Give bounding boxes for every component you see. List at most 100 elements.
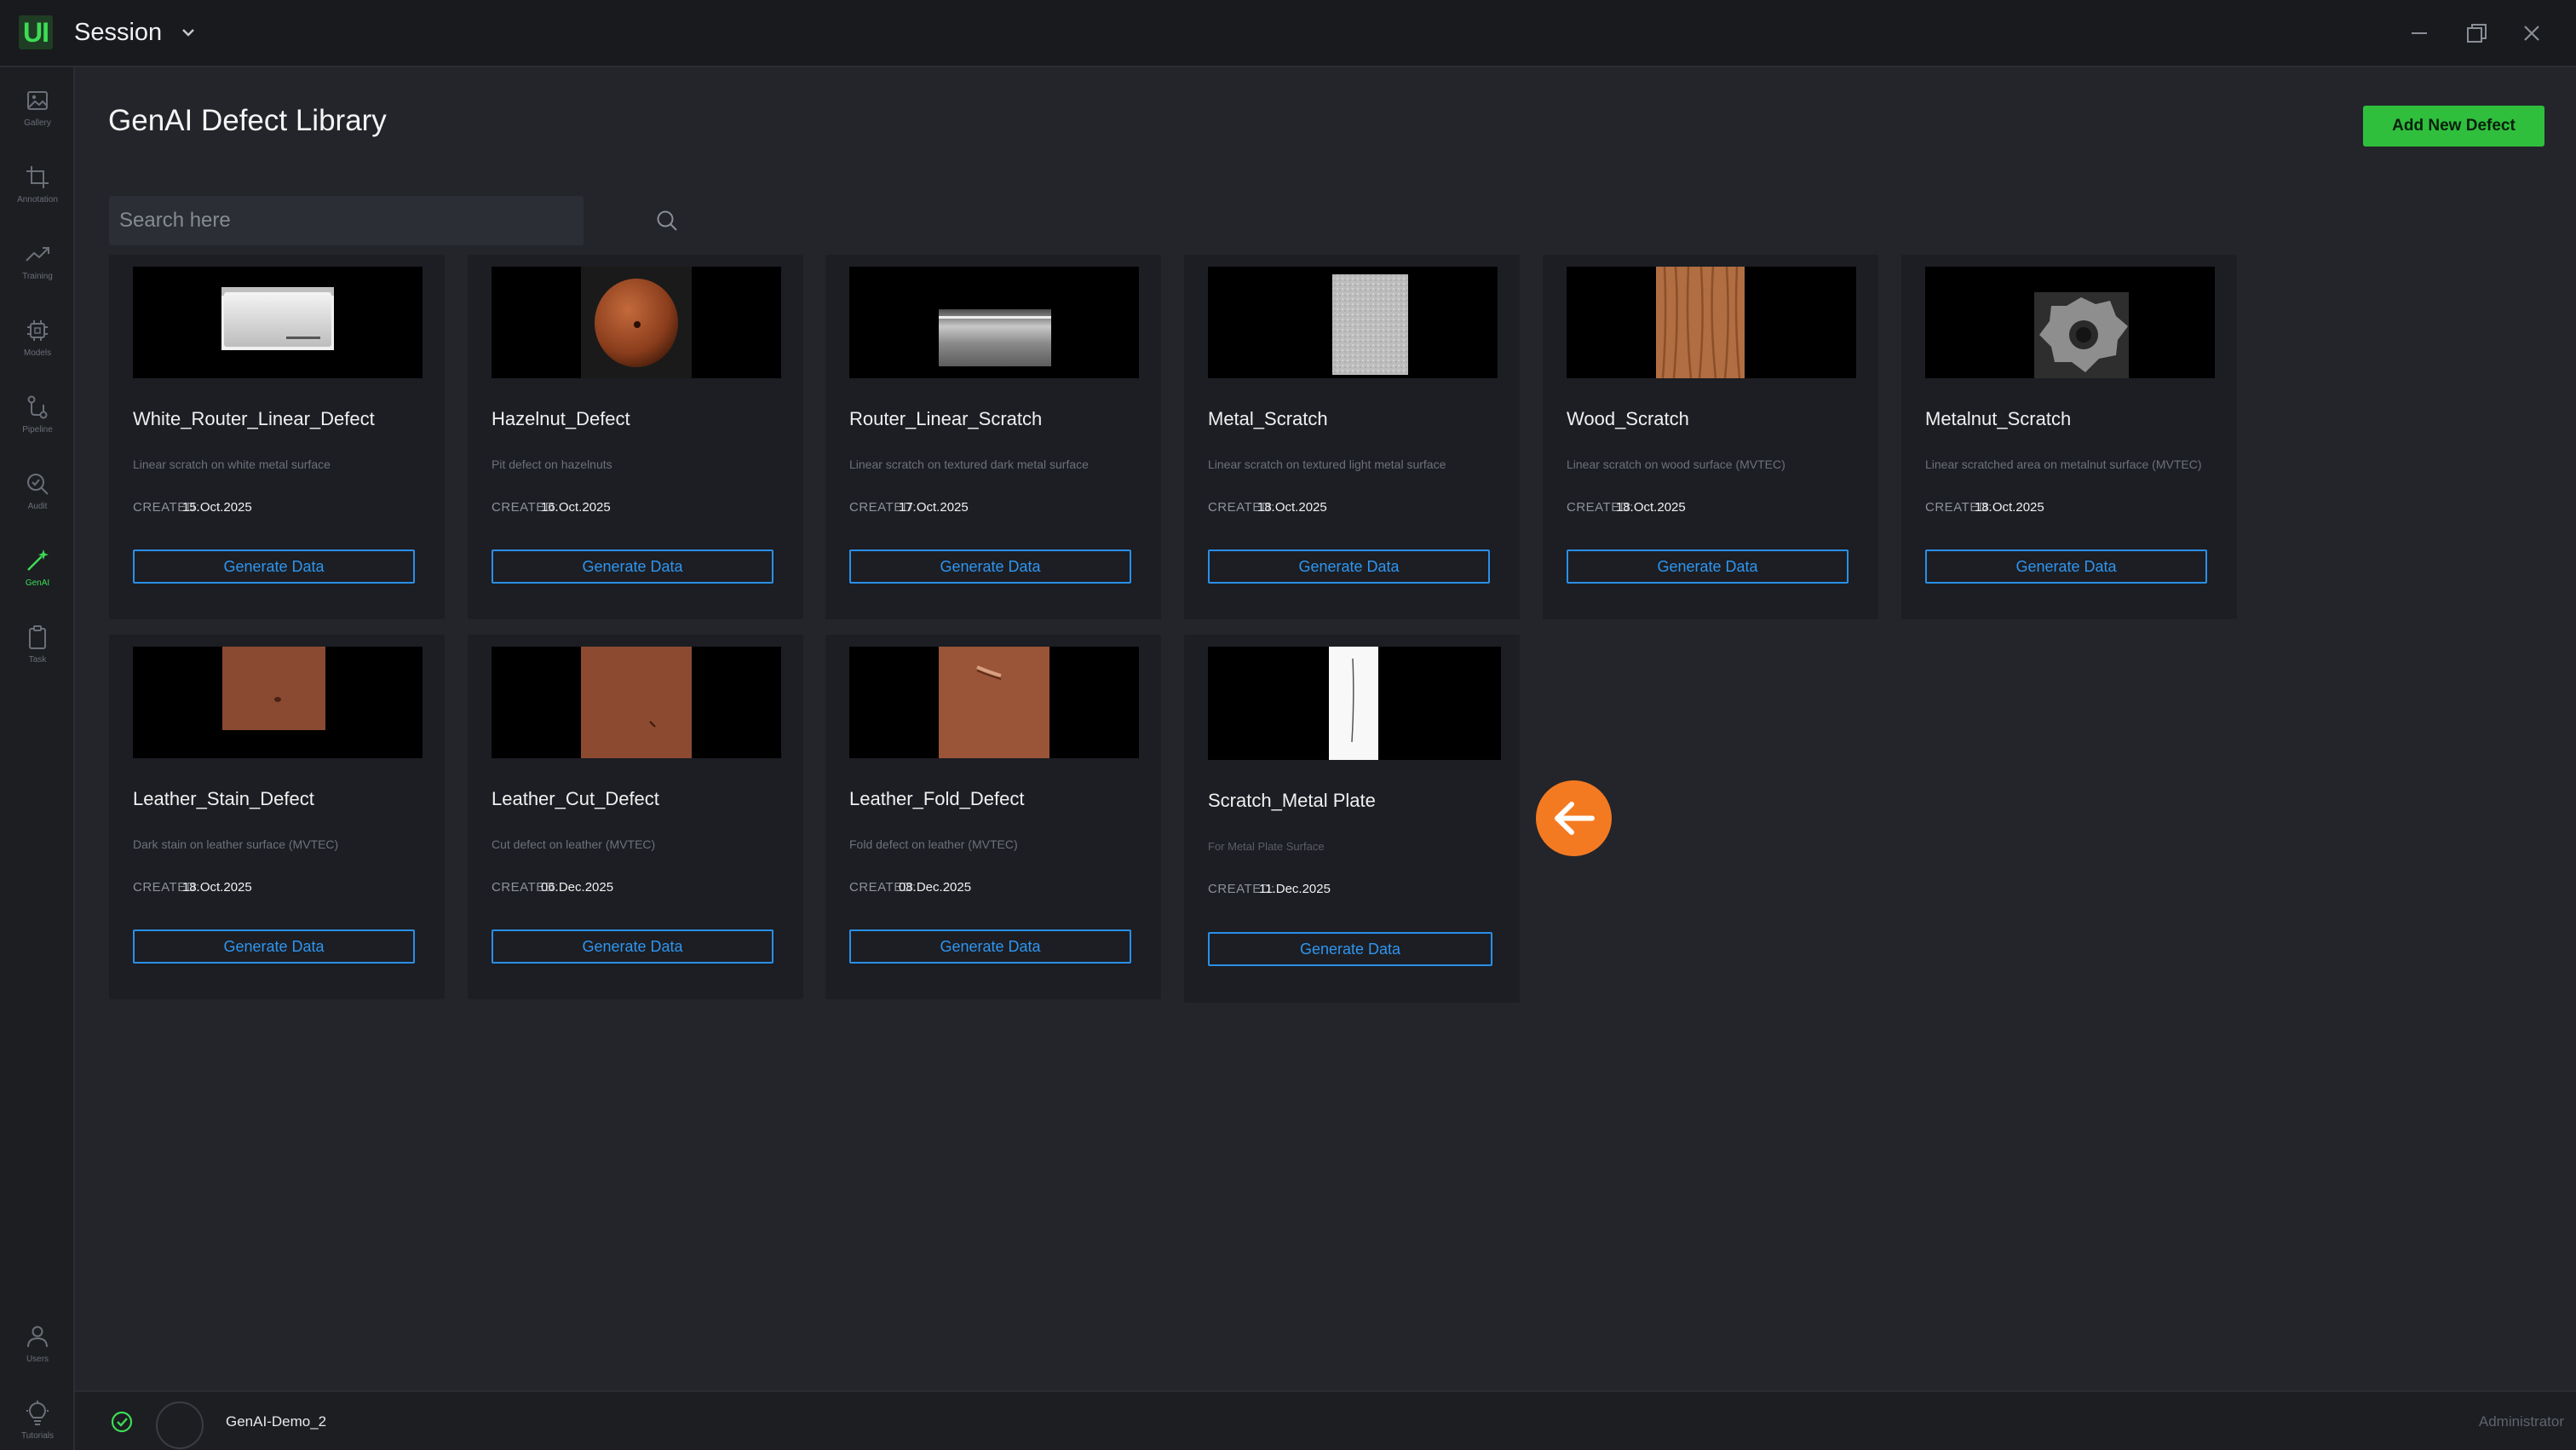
created-date: 16.Oct.2025 bbox=[541, 500, 611, 515]
app-logo: UI bbox=[19, 15, 53, 49]
defect-thumbnail bbox=[1208, 647, 1501, 760]
sidebar-item-label: Users bbox=[26, 1355, 49, 1364]
defect-description: Linear scratch on white metal surface bbox=[133, 457, 331, 471]
defect-description: Dark stain on leather surface (MVTEC) bbox=[133, 837, 339, 851]
created-date: 18.Oct.2025 bbox=[1257, 500, 1327, 515]
defect-thumbnail bbox=[1208, 267, 1498, 378]
back-button[interactable] bbox=[1536, 780, 1612, 856]
chip-icon bbox=[27, 320, 48, 341]
generate-data-button[interactable]: Generate Data bbox=[1208, 550, 1490, 584]
defect-description: Linear scratch on wood surface (MVTEC) bbox=[1567, 457, 1785, 471]
sidebar-item-training[interactable]: Training bbox=[0, 239, 75, 301]
defect-name: Metalnut_Scratch bbox=[1925, 408, 2072, 429]
defect-card: Leather_Stain_Defect Dark stain on leath… bbox=[109, 635, 445, 999]
created-date: 17.Oct.2025 bbox=[899, 500, 969, 515]
sidebar-item-label: Task bbox=[28, 655, 47, 665]
generate-data-button[interactable]: Generate Data bbox=[849, 929, 1131, 964]
defect-description: Linear scratched area on metalnut surfac… bbox=[1925, 457, 2202, 471]
close-icon[interactable] bbox=[2517, 19, 2546, 48]
search-bar bbox=[109, 196, 677, 245]
sidebar-item-audit[interactable]: Audit bbox=[0, 469, 75, 531]
defect-name: Leather_Stain_Defect bbox=[133, 788, 314, 809]
restore-icon[interactable] bbox=[2462, 19, 2491, 48]
wand-icon bbox=[27, 550, 49, 571]
defect-thumbnail bbox=[1567, 267, 1856, 378]
generate-data-button[interactable]: Generate Data bbox=[133, 550, 415, 584]
defect-card: Scratch_Metal Plate For Metal Plate Surf… bbox=[1184, 635, 1520, 1003]
created-date: 18.Oct.2025 bbox=[1616, 500, 1686, 515]
sidebar-item-label: Models bbox=[23, 348, 52, 358]
sidebar-item-task[interactable]: Task bbox=[0, 623, 75, 684]
sidebar-item-label: GenAI bbox=[25, 578, 50, 588]
defect-name: Metal_Scratch bbox=[1208, 408, 1328, 429]
generate-data-button[interactable]: Generate Data bbox=[492, 550, 773, 584]
search-icon[interactable] bbox=[654, 208, 680, 233]
bulb-icon bbox=[26, 1401, 49, 1425]
clipboard-icon bbox=[29, 625, 46, 649]
search-input[interactable] bbox=[119, 196, 537, 245]
defect-card: Leather_Cut_Defect Cut defect on leather… bbox=[468, 635, 803, 999]
created-date: 11.Dec.2025 bbox=[1259, 882, 1331, 896]
status-bar: GenAI-Demo_2 Administrator bbox=[75, 1390, 2576, 1450]
generate-data-button[interactable]: Generate Data bbox=[1208, 932, 1492, 966]
defect-card: Leather_Fold_Defect Fold defect on leath… bbox=[825, 635, 1161, 999]
sidebar-item-gallery[interactable]: Gallery bbox=[0, 86, 75, 147]
created-date: 18.Oct.2025 bbox=[182, 880, 252, 895]
sidebar-item-annotation[interactable]: Annotation bbox=[0, 163, 75, 224]
defect-description: Fold defect on leather (MVTEC) bbox=[849, 837, 1018, 851]
sidebar-item-label: Audit bbox=[27, 502, 48, 511]
project-name: GenAI-Demo_2 bbox=[226, 1413, 327, 1430]
image-icon bbox=[27, 91, 48, 110]
sidebar-item-label: Annotation bbox=[17, 195, 58, 204]
generate-data-button[interactable]: Generate Data bbox=[1567, 550, 1849, 584]
session-label[interactable]: Session bbox=[74, 15, 162, 49]
defect-card: Hazelnut_Defect Pit defect on hazelnuts … bbox=[468, 255, 803, 619]
page-title: GenAI Defect Library bbox=[108, 104, 387, 137]
defect-name: Hazelnut_Defect bbox=[492, 408, 630, 429]
created-date: 08.Dec.2025 bbox=[899, 880, 972, 895]
user-icon bbox=[27, 1326, 48, 1348]
defect-card: Metalnut_Scratch Linear scratched area o… bbox=[1901, 255, 2237, 619]
sidebar-item-label: Tutorials bbox=[21, 1431, 54, 1441]
defect-card: Router_Linear_Scratch Linear scratch on … bbox=[825, 255, 1161, 619]
defect-description: Linear scratch on textured light metal s… bbox=[1208, 457, 1446, 471]
chevron-down-icon[interactable] bbox=[179, 24, 198, 41]
crop-icon bbox=[26, 166, 49, 188]
user-role: Administrator bbox=[2478, 1413, 2564, 1430]
defect-thumbnail bbox=[133, 267, 423, 378]
generate-data-button[interactable]: Generate Data bbox=[849, 550, 1131, 584]
check-circle-icon bbox=[111, 1411, 133, 1433]
pipeline-icon bbox=[27, 395, 48, 419]
created-date: 18.Oct.2025 bbox=[1975, 500, 2044, 515]
audit-icon bbox=[27, 474, 49, 495]
arrow-left-icon bbox=[1555, 802, 1595, 835]
avatar[interactable] bbox=[156, 1401, 204, 1449]
sidebar-item-label: Gallery bbox=[24, 118, 51, 128]
defect-thumbnail bbox=[492, 267, 781, 378]
defect-name: Router_Linear_Scratch bbox=[849, 408, 1043, 429]
defect-name: Leather_Cut_Defect bbox=[492, 788, 659, 809]
generate-data-button[interactable]: Generate Data bbox=[1925, 550, 2207, 584]
generate-data-button[interactable]: Generate Data bbox=[133, 929, 415, 964]
defect-name: Leather_Fold_Defect bbox=[849, 788, 1025, 809]
generate-data-button[interactable]: Generate Data bbox=[492, 929, 773, 964]
minimize-icon[interactable] bbox=[2405, 19, 2434, 48]
defect-description: Pit defect on hazelnuts bbox=[492, 457, 612, 471]
defect-thumbnail bbox=[492, 647, 781, 758]
sidebar-item-models[interactable]: Models bbox=[0, 316, 75, 377]
sidebar-item-pipeline[interactable]: Pipeline bbox=[0, 393, 75, 454]
sidebar-item-label: Pipeline bbox=[22, 425, 53, 434]
sidebar-item-users[interactable]: Users bbox=[0, 1322, 75, 1384]
defect-thumbnail bbox=[849, 267, 1139, 378]
sidebar: Gallery Annotation Training Models Pipel… bbox=[0, 67, 75, 1450]
defect-name: Wood_Scratch bbox=[1567, 408, 1689, 429]
created-date: 15.Oct.2025 bbox=[182, 500, 252, 515]
sidebar-item-tutorials[interactable]: Tutorials bbox=[0, 1399, 75, 1450]
created-date: 06.Dec.2025 bbox=[541, 880, 614, 895]
sidebar-item-genai[interactable]: GenAI bbox=[0, 546, 75, 607]
title-bar: UI Session bbox=[0, 0, 2576, 67]
defect-description: Linear scratch on textured dark metal su… bbox=[849, 457, 1089, 471]
trend-icon bbox=[26, 247, 49, 262]
defect-name: Scratch_Metal Plate bbox=[1208, 790, 1376, 811]
add-new-defect-button[interactable]: Add New Defect bbox=[2363, 106, 2544, 147]
